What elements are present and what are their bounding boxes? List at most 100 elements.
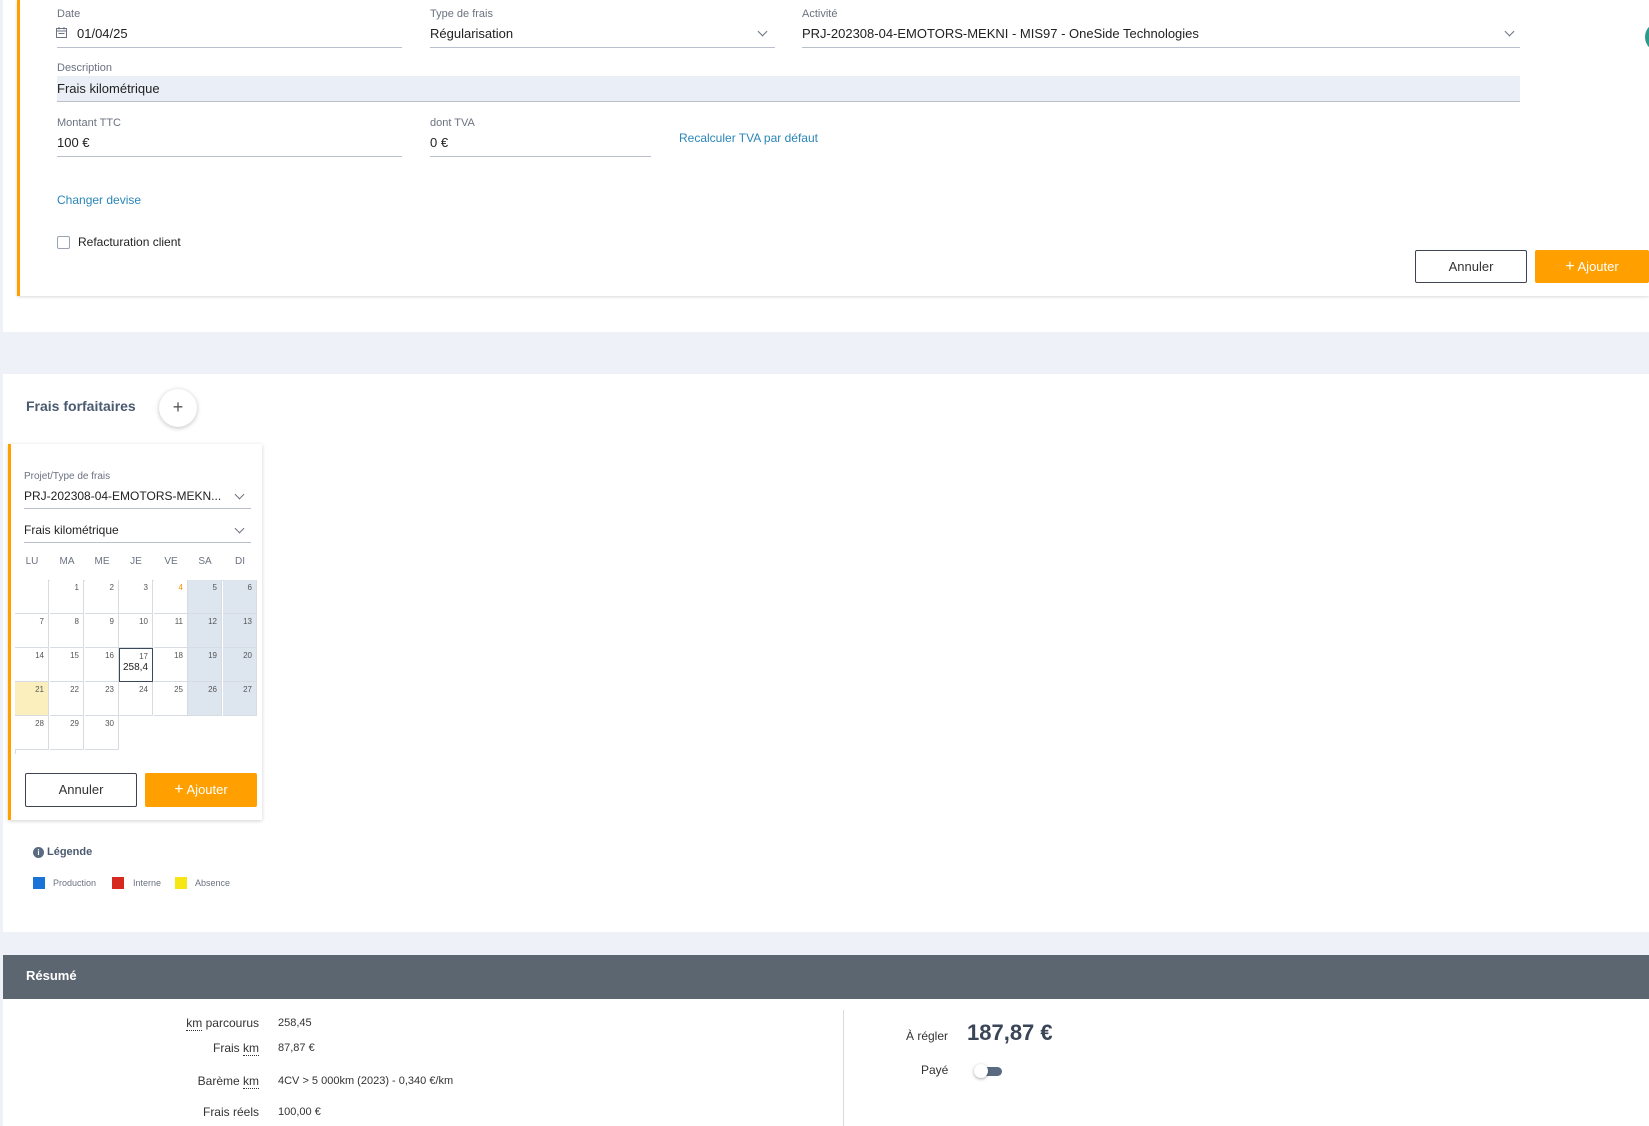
legend-absence-swatch [175,877,187,889]
cancel-button-label: Annuler [58,782,104,797]
calendar-day[interactable]: 15 [50,648,84,682]
selected-day-value: 258,4 [123,662,149,673]
vat-input[interactable]: 0 € [430,135,448,150]
calendar-day[interactable]: 1 [50,580,84,614]
calendar-day[interactable]: 14 [15,648,49,682]
activity-label: Activité [802,8,838,20]
legend-absence-label: Absence [195,878,231,888]
to-pay-value: 187,87 € [967,1020,1053,1045]
expense-type-select[interactable]: Régularisation [430,26,513,41]
activity-select[interactable]: PRJ-202308-04-EMOTORS-MEKNI - MIS97 - On… [802,26,1199,41]
calendar-day-weekend[interactable]: 12 [188,614,222,648]
toggle-knob [974,1064,988,1078]
plus-icon: + [172,397,184,417]
description-input[interactable]: Frais kilométrique [57,81,160,96]
to-pay-label: À régler [906,1029,949,1043]
fee-type-select[interactable]: Frais kilométrique [24,523,119,537]
calendar-day-empty [15,580,49,614]
weekday-sun: DI [235,556,245,567]
description-underline [57,101,1520,102]
calendar-day[interactable]: 4 [154,580,188,614]
calendar-day[interactable]: 8 [50,614,84,648]
weekday-wed: ME [94,556,110,567]
vat-underline [430,156,651,157]
project-select[interactable]: PRJ-202308-04-EMOTORS-MEKN... [24,489,221,503]
calendar-day-selected[interactable]: 17 258,4 [119,648,153,682]
calendar-day[interactable]: 2 [85,580,119,614]
fee-type-underline [24,542,251,543]
calendar-day[interactable]: 28 [15,716,49,750]
calendar-day[interactable]: 22 [50,682,84,716]
summary-km-fees-label: Frais km [213,1041,259,1056]
paid-label: Payé [921,1063,949,1077]
legend-title: Légende [47,846,93,858]
calendar-day[interactable]: 9 [85,614,119,648]
summary-distance-value: 258,45 [278,1017,312,1029]
project-type-label: Projet/Type de frais [24,471,111,482]
cancel-button-label: Annuler [1448,259,1494,274]
summary-rate-label: Barème km [197,1074,259,1089]
calendar-day[interactable]: 18 [154,648,188,682]
calendar-day-weekend[interactable]: 19 [188,648,222,682]
calendar-day[interactable]: 23 [85,682,119,716]
legend-internal-swatch [112,877,124,889]
rebilling-checkbox[interactable] [57,236,70,249]
info-icon: i [33,847,44,858]
calendar-day-weekend[interactable]: 6 [223,580,257,614]
summary-title: Résumé [26,968,77,983]
recalculate-vat-link[interactable]: Recalculer TVA par défaut [679,131,818,145]
summary-rate-value: 4CV > 5 000km (2023) - 0,340 €/km [278,1075,454,1087]
add-button-label: Ajouter [186,782,228,797]
paid-toggle[interactable] [974,1064,1004,1078]
weekday-thu: JE [130,556,142,567]
calendar-day[interactable]: 10 [119,614,153,648]
calendar-icon [56,27,67,38]
legend-internal-label: Interne [133,878,162,888]
weekday-mon: LU [25,556,39,567]
summary-distance-label: km parcourus [186,1016,259,1031]
change-currency-link[interactable]: Changer devise [57,193,141,207]
calendar-day[interactable]: 11 [154,614,188,648]
date-label: Date [57,8,81,20]
weekday-sat: SA [198,556,212,567]
plus-icon: + [174,781,184,798]
date-field[interactable]: 01/04/25 [77,26,128,41]
flat-fees-title: Frais forfaitaires [26,398,136,414]
add-flat-fee-button[interactable]: + [159,389,197,427]
calendar-day-weekend[interactable]: 26 [188,682,222,716]
expense-type-label: Type de frais [430,8,493,20]
rebilling-label: Refacturation client [78,235,181,249]
summary-header [3,955,1649,999]
calendar-day-weekend[interactable]: 27 [223,682,257,716]
calendar-day[interactable]: 30 [85,716,119,750]
flat-fee-cancel-button[interactable]: Annuler [25,773,137,807]
expense-form-card [17,0,1649,296]
calendar-day[interactable]: 16 [85,648,119,682]
calendar-grid-mask [119,716,259,756]
flat-fee-add-button[interactable]: + Ajouter [145,773,257,807]
cancel-button[interactable]: Annuler [1415,250,1527,283]
legend-production-label: Production [53,878,97,888]
calendar-day-absence[interactable]: 21 [15,682,49,716]
calendar-day[interactable]: 29 [50,716,84,750]
calendar-day[interactable]: 25 [154,682,188,716]
calendar-day[interactable]: 7 [15,614,49,648]
summary-divider [843,1010,844,1126]
weekday-fri: VE [164,556,178,567]
amount-input[interactable]: 100 € [57,135,90,150]
calendar-day[interactable]: 3 [119,580,153,614]
calendar-day[interactable]: 24 [119,682,153,716]
calendar-day-weekend[interactable]: 13 [223,614,257,648]
summary-km-fees-value: 87,87 € [278,1042,315,1054]
summary-real-fees-label: Frais réels [202,1105,259,1119]
add-button-label: Ajouter [1577,259,1619,274]
calendar-day-weekend[interactable]: 20 [223,648,257,682]
add-button[interactable]: + Ajouter [1535,250,1649,283]
date-underline [57,47,402,48]
plus-icon: + [1565,258,1575,275]
amount-label: Montant TTC [57,117,121,129]
calendar-day-weekend[interactable]: 5 [188,580,222,614]
vat-label: dont TVA [430,117,475,129]
legend-production-swatch [33,877,45,889]
project-underline [24,508,251,509]
